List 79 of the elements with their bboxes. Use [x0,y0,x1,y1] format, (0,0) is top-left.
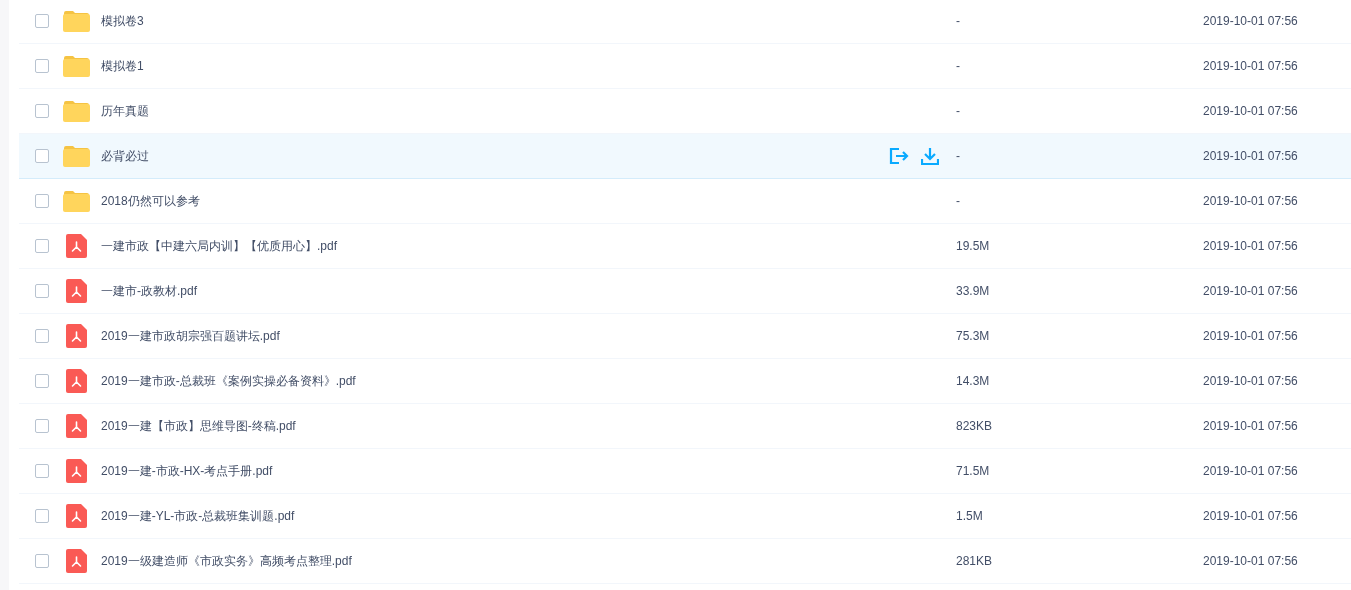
file-name[interactable]: 2018仍然可以参考 [101,192,200,210]
checkbox[interactable] [35,149,49,163]
folder-icon [63,145,90,167]
checkbox[interactable] [35,464,49,478]
file-name[interactable]: 2019一级建造师《市政实务》高频考点整理.pdf [101,552,352,570]
pdf-icon [66,369,87,393]
file-row[interactable]: 2019一建-市政-HX-考点手册.pdf 71.5M 2019-10-01 07:56 [19,449,1351,494]
file-name[interactable]: 一建市-政教材.pdf [101,282,197,300]
modified-date: 2019-10-01 07:56 [1203,373,1299,390]
modified-date: 2019-10-01 07:56 [1203,418,1299,435]
file-row[interactable]: 2019一建【市政】思维导图-终稿.pdf 823KB 2019-10-01 07:56 [19,404,1351,449]
file-name[interactable]: 2019一建【市政】思维导图-终稿.pdf [101,417,296,435]
file-row[interactable]: 2019一建-YL-市政-总裁班集训题.pdf 1.5M 2019-10-01 07:56 [19,494,1351,539]
pdf-icon [66,549,87,573]
folder-icon [63,10,90,32]
file-row[interactable]: 模拟卷3 - 2019-10-01 07:56 [19,0,1351,44]
checkbox[interactable] [35,104,49,118]
file-size: - [956,193,961,210]
file-name[interactable]: 2019一建-市政-HX-考点手册.pdf [101,462,273,480]
file-name[interactable]: 必背必过 [101,147,149,165]
modified-date: 2019-10-01 07:56 [1203,238,1299,255]
modified-date: 2019-10-01 07:56 [1203,553,1299,570]
pdf-icon [66,234,87,258]
file-row[interactable]: 2019一级建造师《市政实务》高频考点整理.pdf 281KB 2019-10-01 07:56 [19,539,1351,584]
checkbox[interactable] [35,194,49,208]
file-row[interactable]: 必背必过 - 2019-10-01 07:56 [19,134,1351,179]
share-icon[interactable] [889,147,909,165]
file-row[interactable]: 2019一建市政-总裁班《案例实操必备资料》.pdf 14.3M 2019-10-01 07:56 [19,359,1351,404]
checkbox[interactable] [35,284,49,298]
modified-date: 2019-10-01 07:56 [1203,58,1299,75]
download-icon[interactable] [921,147,939,165]
folder-icon [63,190,90,212]
file-name[interactable]: 历年真题 [101,102,149,120]
checkbox[interactable] [35,419,49,433]
file-row[interactable]: 2019一建市政胡宗强百题讲坛.pdf 75.3M 2019-10-01 07:56 [19,314,1351,359]
file-row[interactable]: 模拟卷1 - 2019-10-01 07:56 [19,44,1351,89]
checkbox[interactable] [35,509,49,523]
file-size: - [956,13,961,30]
modified-date: 2019-10-01 07:56 [1203,508,1299,525]
folder-icon [63,55,90,77]
folder-icon [63,100,90,122]
file-name[interactable]: 模拟卷1 [101,57,144,75]
modified-date: 2019-10-01 07:56 [1203,103,1299,120]
file-name[interactable]: 模拟卷3 [101,12,144,30]
pdf-icon [66,324,87,348]
pdf-icon [66,504,87,528]
checkbox[interactable] [35,374,49,388]
file-size: 14.3M [956,373,991,390]
file-size: 823KB [956,418,994,435]
file-row[interactable]: 一建市-政教材.pdf 33.9M 2019-10-01 07:56 [19,269,1351,314]
file-name[interactable]: 2019一建-YL-市政-总裁班集训题.pdf [101,507,295,525]
file-name[interactable]: 2019一建市政-总裁班《案例实操必备资料》.pdf [101,372,356,390]
pdf-icon [66,459,87,483]
modified-date: 2019-10-01 07:56 [1203,463,1299,480]
file-size: 71.5M [956,463,991,480]
file-size: - [956,103,961,120]
modified-date: 2019-10-01 07:56 [1203,13,1299,30]
checkbox[interactable] [35,554,49,568]
modified-date: 2019-10-01 07:56 [1203,148,1299,165]
pdf-icon [66,414,87,438]
modified-date: 2019-10-01 07:56 [1203,283,1299,300]
file-row[interactable]: 2018仍然可以参考 - 2019-10-01 07:56 [19,179,1351,224]
file-name[interactable]: 2019一建市政胡宗强百题讲坛.pdf [101,327,280,345]
file-size: - [956,58,961,75]
checkbox[interactable] [35,329,49,343]
pdf-icon [66,279,87,303]
file-size: 19.5M [956,238,991,255]
checkbox[interactable] [35,239,49,253]
modified-date: 2019-10-01 07:56 [1203,193,1299,210]
checkbox[interactable] [35,14,49,28]
file-row[interactable]: 一建市政【中建六局内训】【优质用心】.pdf 19.5M 2019-10-01 07:56 [19,224,1351,269]
file-name[interactable]: 一建市政【中建六局内训】【优质用心】.pdf [101,237,337,255]
file-size: - [956,148,961,165]
file-size: 33.9M [956,283,991,300]
file-size: 75.3M [956,328,991,345]
file-size: 281KB [956,553,994,570]
file-size: 1.5M [956,508,984,525]
checkbox[interactable] [35,59,49,73]
modified-date: 2019-10-01 07:56 [1203,328,1299,345]
